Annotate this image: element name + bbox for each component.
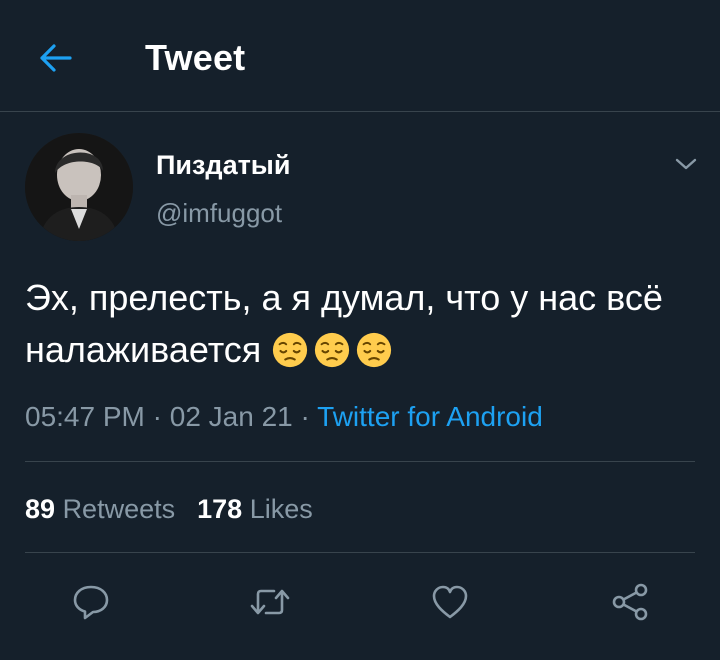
arrow-left-icon [40, 44, 72, 72]
retweets-label: Retweets [62, 494, 176, 524]
likes-stat[interactable]: 178 Likes [197, 494, 313, 524]
top-app-bar: Tweet [0, 0, 720, 112]
tweet-meta: 05:47 PM · 02 Jan 21 · Twitter for Andro… [25, 397, 543, 437]
reply-button[interactable] [69, 580, 113, 624]
retweet-button[interactable] [248, 580, 292, 624]
back-button[interactable] [36, 38, 76, 78]
avatar[interactable] [25, 133, 133, 241]
share-button[interactable] [608, 580, 652, 624]
like-icon [432, 585, 468, 619]
meta-separator: · [152, 401, 162, 432]
retweets-count: 89 [25, 494, 56, 524]
retweets-stat[interactable]: 89 Retweets [25, 494, 175, 524]
chevron-down-icon [675, 158, 697, 170]
like-button[interactable] [428, 580, 472, 624]
divider [25, 552, 695, 553]
tweet-time: 05:47 PM [25, 401, 145, 432]
more-options-button[interactable] [668, 148, 704, 180]
author-handle[interactable]: @imfuggot [156, 196, 282, 230]
divider [25, 461, 695, 462]
tweet-source-link[interactable]: Twitter for Android [317, 401, 543, 432]
page-title: Tweet [145, 37, 246, 78]
pensive-face-emoji [273, 332, 308, 368]
tweet-date: 02 Jan 21 [169, 401, 293, 432]
likes-count: 178 [197, 494, 243, 524]
share-icon [612, 583, 648, 621]
tweet-stats: 89 Retweets 178 Likes [25, 489, 313, 529]
reply-icon [73, 585, 109, 620]
pensive-face-emoji [357, 332, 392, 368]
retweet-icon [250, 589, 290, 615]
tweet-detail-screen: Tweet Пиздатый @imfuggot Эх, прелесть, а… [0, 0, 720, 660]
author-name[interactable]: Пиздатый [156, 148, 290, 182]
pensive-face-emoji [315, 332, 350, 368]
profile-photo [25, 133, 133, 241]
meta-separator: · [300, 401, 310, 432]
tweet-text: Эх, прелесть, а я думал, что у нас всё н… [25, 272, 695, 376]
likes-label: Likes [249, 494, 313, 524]
